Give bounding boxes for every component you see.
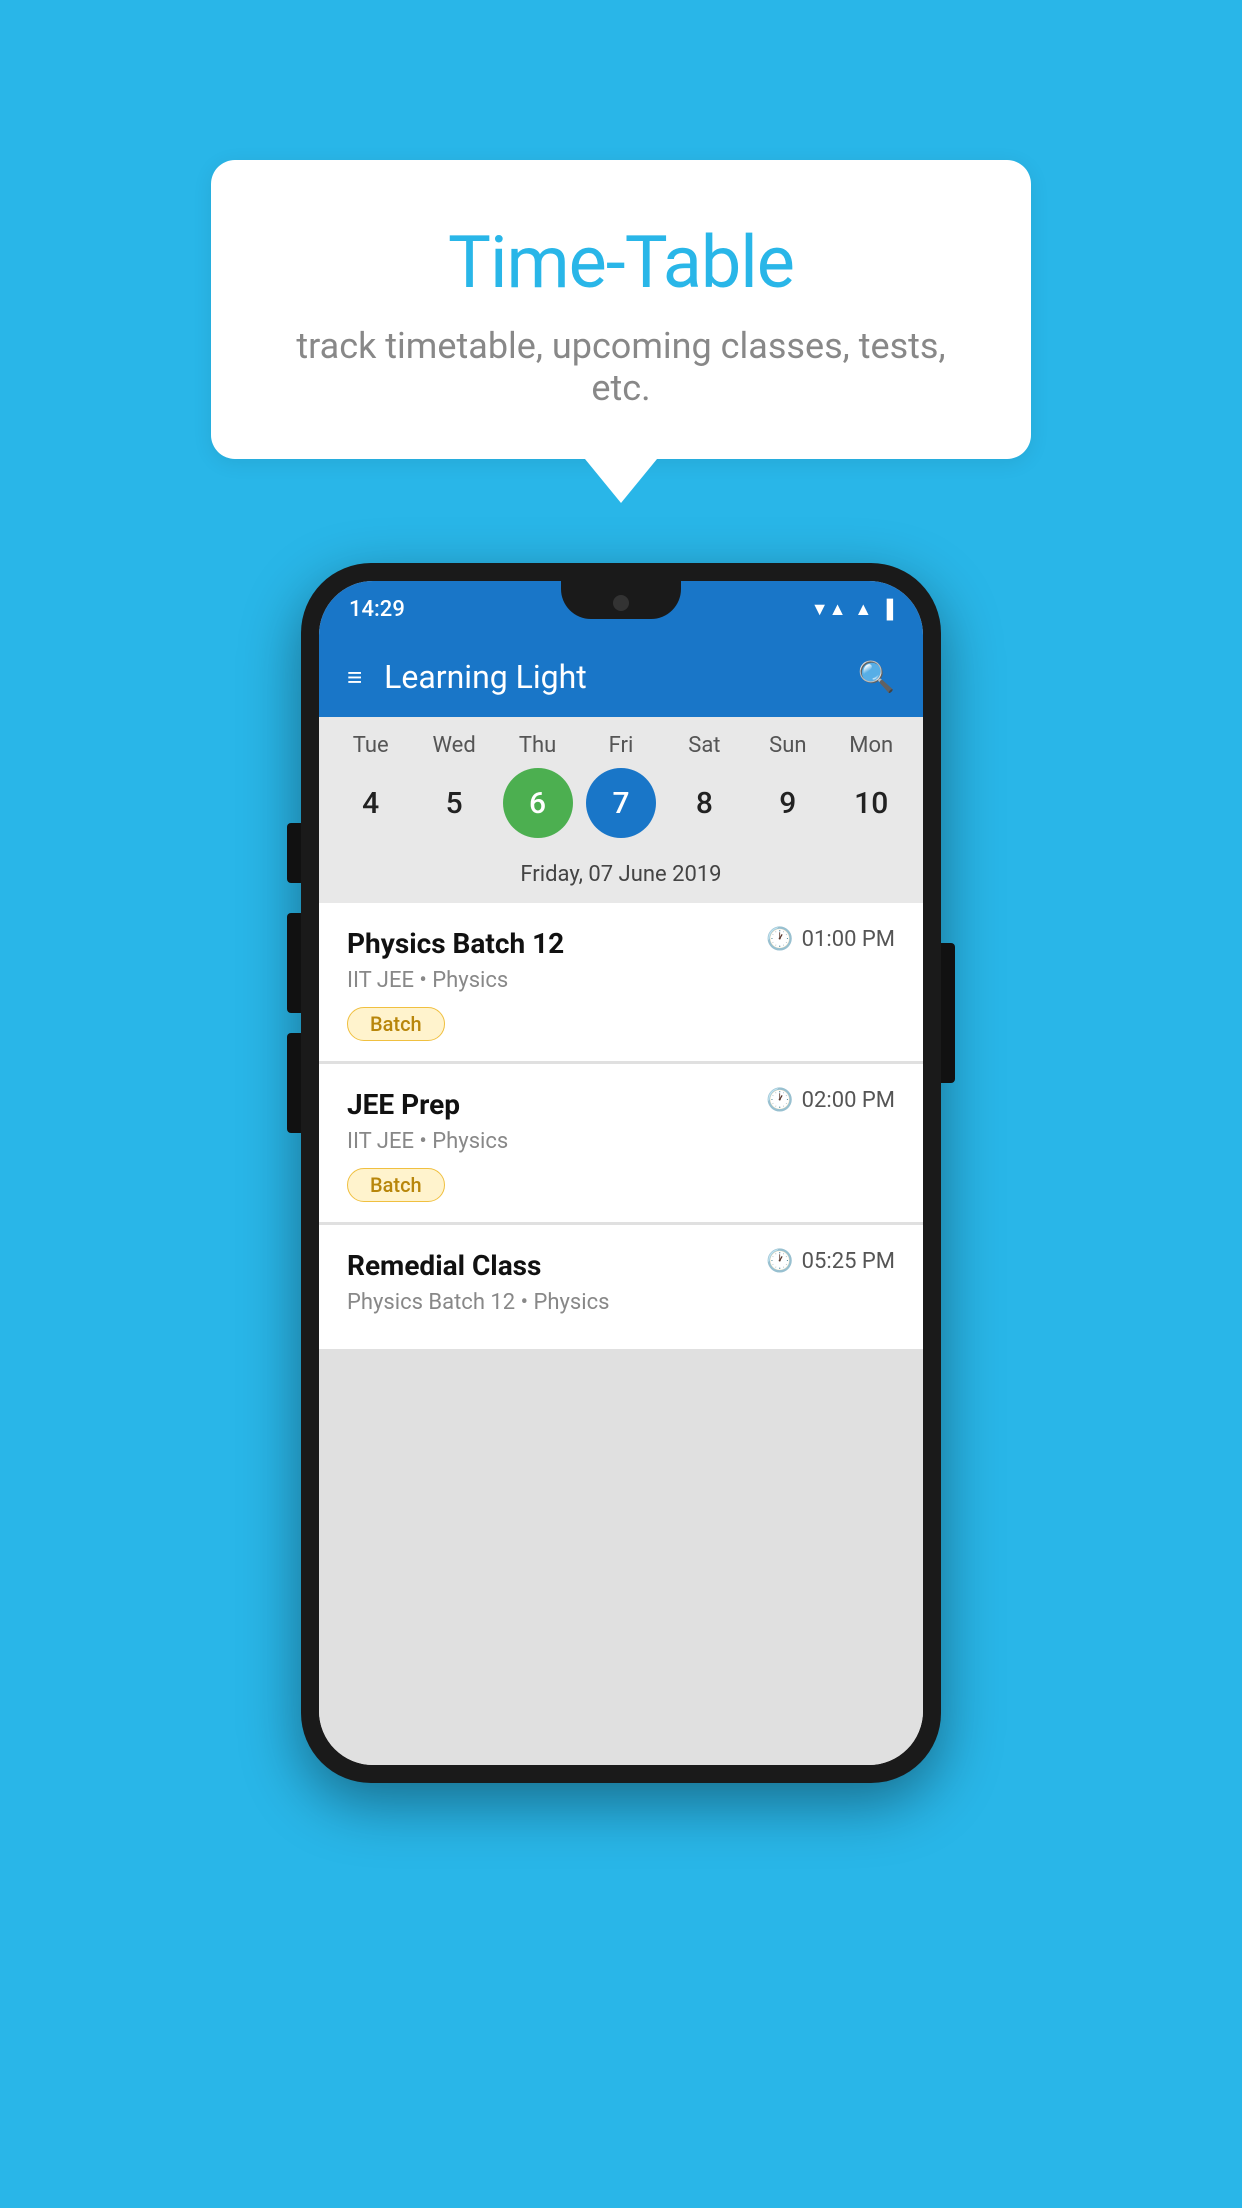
day-7-selected[interactable]: 7 (586, 768, 656, 838)
day-9[interactable]: 9 (753, 768, 823, 838)
clock-icon-3: 🕐 (766, 1249, 793, 1274)
front-camera (613, 595, 629, 611)
phone-mockup: 14:29 ▼▲ ▲ ▐ ≡ Learning Light 🔍 Tue (301, 563, 941, 1783)
day-label-fri: Fri (586, 733, 656, 758)
schedule-item-3-time: 🕐 05:25 PM (766, 1249, 895, 1274)
phone-btn-volume-down (287, 1033, 301, 1133)
speech-bubble-card: Time-Table track timetable, upcoming cla… (211, 160, 1031, 459)
app-header: ≡ Learning Light 🔍 (319, 637, 923, 717)
clock-icon-2: 🕐 (766, 1088, 793, 1113)
day-numbers: 4 5 6 7 8 9 10 (319, 758, 923, 854)
day-label-sun: Sun (753, 733, 823, 758)
day-labels: Tue Wed Thu Fri Sat Sun Mon (319, 733, 923, 758)
schedule-item-3-time-label: 05:25 PM (802, 1249, 895, 1274)
schedule-item-2[interactable]: JEE Prep 🕐 02:00 PM IIT JEE • Physics Ba… (319, 1064, 923, 1222)
search-icon[interactable]: 🔍 (858, 660, 895, 695)
day-label-mon: Mon (836, 733, 906, 758)
phone-btn-volume-up (287, 913, 301, 1013)
speech-bubble-subtitle: track timetable, upcoming classes, tests… (271, 325, 971, 409)
schedule-item-3-header: Remedial Class 🕐 05:25 PM (347, 1249, 895, 1282)
day-label-sat: Sat (669, 733, 739, 758)
phone-outer-shell: 14:29 ▼▲ ▲ ▐ ≡ Learning Light 🔍 Tue (301, 563, 941, 1783)
selected-date-label: Friday, 07 June 2019 (319, 854, 923, 903)
calendar-strip: Tue Wed Thu Fri Sat Sun Mon 4 5 6 7 8 9 … (319, 717, 923, 903)
menu-icon[interactable]: ≡ (347, 662, 360, 693)
status-bar: 14:29 ▼▲ ▲ ▐ (319, 581, 923, 637)
schedule-item-1-subtitle: IIT JEE • Physics (347, 968, 895, 993)
phone-btn-power (941, 943, 955, 1083)
phone-btn-volume-mute (287, 823, 301, 883)
notch-cutout (561, 581, 681, 619)
battery-icon: ▐ (880, 599, 893, 620)
schedule-item-2-time-label: 02:00 PM (802, 1088, 895, 1113)
schedule-item-1-time: 🕐 01:00 PM (766, 927, 895, 952)
day-label-wed: Wed (419, 733, 489, 758)
schedule-item-2-time: 🕐 02:00 PM (766, 1088, 895, 1113)
schedule-item-2-tag: Batch (347, 1168, 445, 1202)
status-icons: ▼▲ ▲ ▐ (811, 599, 893, 620)
clock-icon-1: 🕐 (766, 927, 793, 952)
day-8[interactable]: 8 (669, 768, 739, 838)
schedule-item-1-header: Physics Batch 12 🕐 01:00 PM (347, 927, 895, 960)
day-5[interactable]: 5 (419, 768, 489, 838)
schedule-item-3-subtitle: Physics Batch 12 • Physics (347, 1290, 895, 1315)
day-4[interactable]: 4 (336, 768, 406, 838)
speech-bubble-tail (585, 459, 657, 503)
schedule-item-2-title: JEE Prep (347, 1088, 460, 1121)
speech-bubble-wrapper: Time-Table track timetable, upcoming cla… (211, 160, 1031, 503)
schedule-item-2-subtitle: IIT JEE • Physics (347, 1129, 895, 1154)
wifi-icon: ▼▲ (811, 599, 847, 620)
signal-icon: ▲ (854, 599, 872, 620)
phone-screen: 14:29 ▼▲ ▲ ▐ ≡ Learning Light 🔍 Tue (319, 581, 923, 1765)
status-time: 14:29 (349, 597, 405, 622)
schedule-item-1-title: Physics Batch 12 (347, 927, 564, 960)
speech-bubble-title: Time-Table (271, 220, 971, 305)
day-10[interactable]: 10 (836, 768, 906, 838)
schedule-item-1[interactable]: Physics Batch 12 🕐 01:00 PM IIT JEE • Ph… (319, 903, 923, 1061)
day-label-thu: Thu (503, 733, 573, 758)
schedule-list: Physics Batch 12 🕐 01:00 PM IIT JEE • Ph… (319, 903, 923, 1765)
day-6-today[interactable]: 6 (503, 768, 573, 838)
schedule-item-3[interactable]: Remedial Class 🕐 05:25 PM Physics Batch … (319, 1225, 923, 1349)
schedule-item-2-header: JEE Prep 🕐 02:00 PM (347, 1088, 895, 1121)
schedule-item-3-title: Remedial Class (347, 1249, 541, 1282)
day-label-tue: Tue (336, 733, 406, 758)
app-title: Learning Light (384, 658, 857, 696)
schedule-item-1-time-label: 01:00 PM (802, 927, 895, 952)
schedule-item-1-tag: Batch (347, 1007, 445, 1041)
